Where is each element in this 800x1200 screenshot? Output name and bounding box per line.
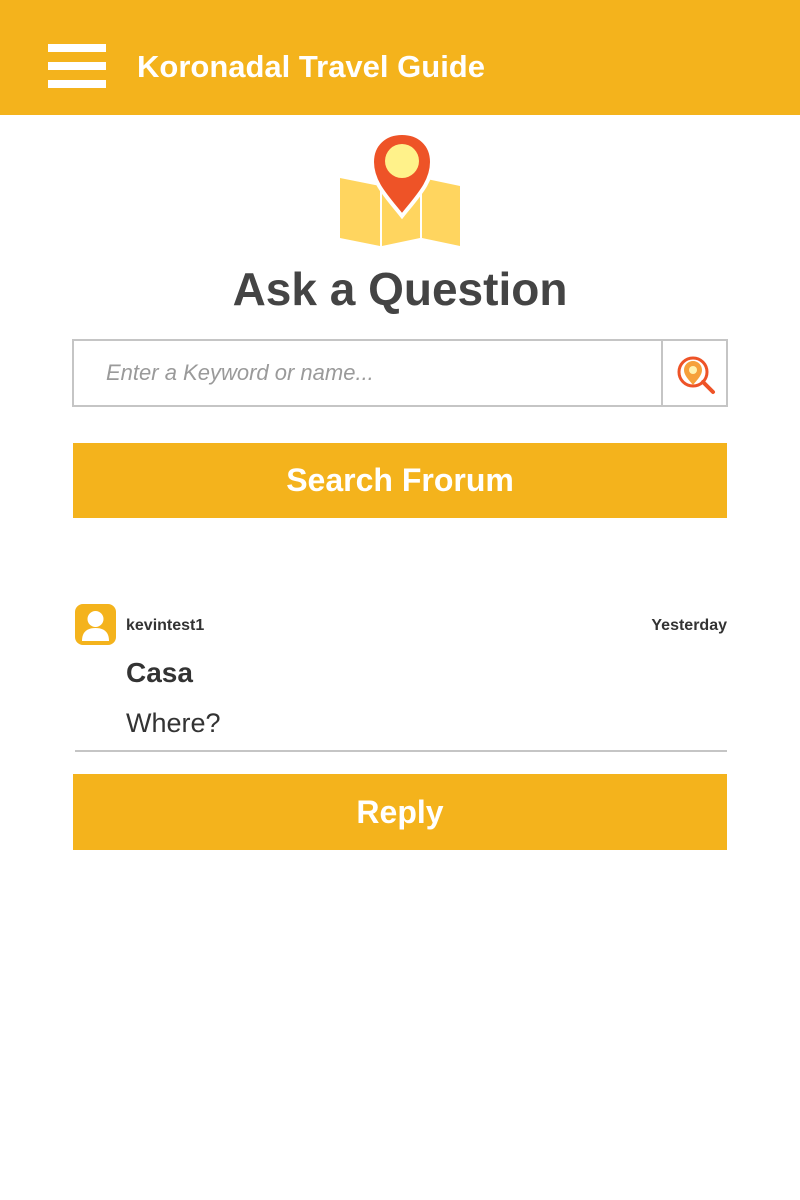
search-bar xyxy=(72,339,728,407)
menu-line xyxy=(48,80,106,88)
app-header: Koronadal Travel Guide xyxy=(0,0,800,115)
post-body: Where? xyxy=(126,708,221,738)
page-title: Ask a Question xyxy=(232,263,568,315)
user-avatar-icon xyxy=(75,604,116,645)
app-title: Koronadal Travel Guide xyxy=(137,49,485,84)
search-forum-button[interactable]: Search Frorum xyxy=(73,443,727,518)
menu-line xyxy=(48,44,106,52)
hamburger-menu-icon[interactable] xyxy=(48,44,106,88)
reply-button[interactable]: Reply xyxy=(73,774,727,850)
menu-line xyxy=(48,62,106,70)
search-input[interactable] xyxy=(74,341,661,405)
post-title[interactable]: Casa xyxy=(126,656,193,690)
map-pin-icon xyxy=(336,130,464,250)
post-divider xyxy=(75,750,727,752)
location-search-icon[interactable] xyxy=(661,341,726,405)
post-timestamp: Yesterday xyxy=(651,617,727,634)
post-author[interactable]: kevintest1 xyxy=(126,616,204,636)
